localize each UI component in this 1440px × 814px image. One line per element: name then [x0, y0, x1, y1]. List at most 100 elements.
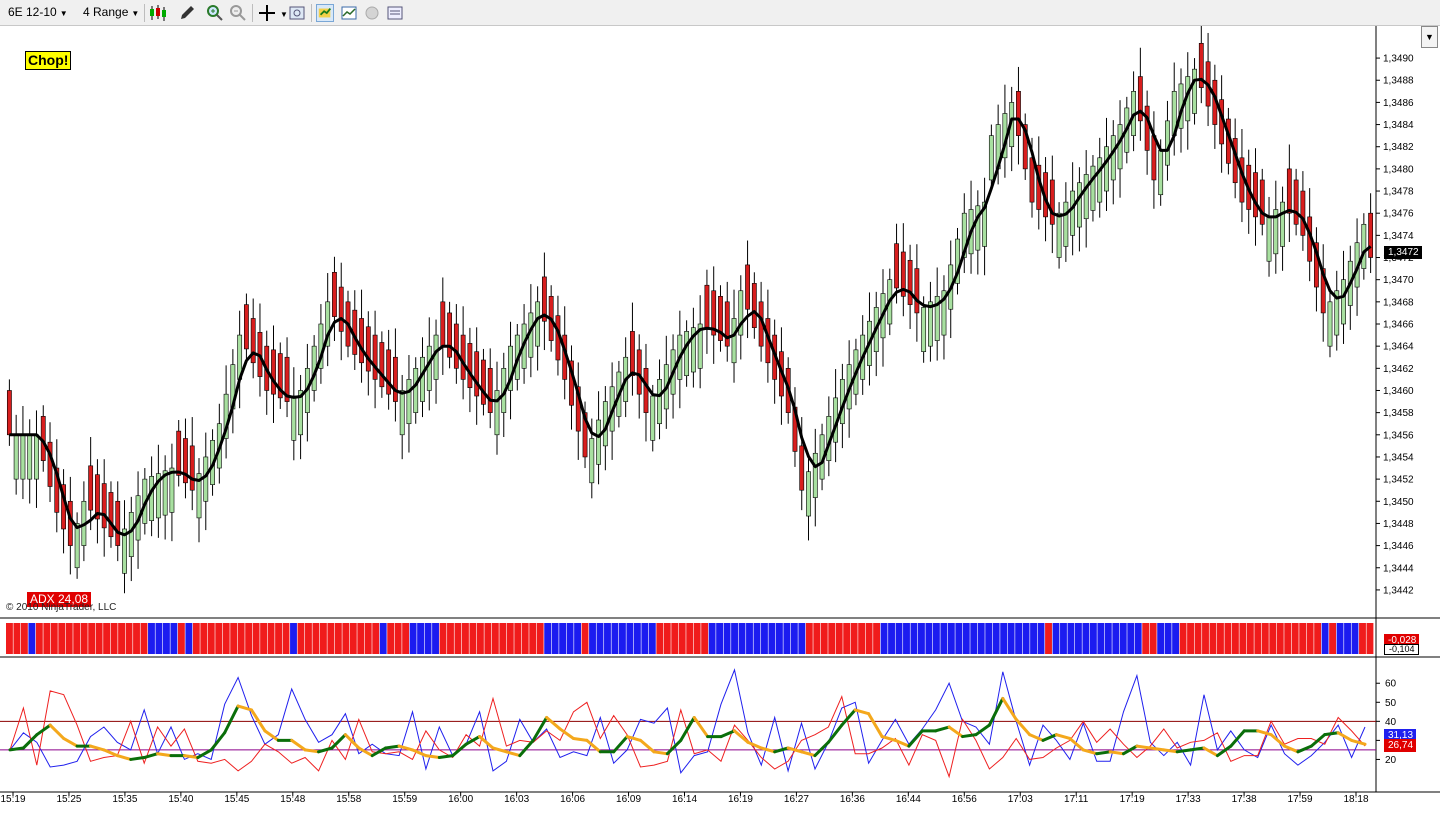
chart-area[interactable]: 1,3442 1,3444 1,3446 1,3448 1,3450 1,3452 1,34…	[0, 26, 1440, 814]
ribbon-cell	[222, 623, 230, 654]
ribbon-cell	[73, 623, 81, 654]
ribbon-cell	[1157, 623, 1165, 654]
ribbon-cell	[1336, 623, 1344, 654]
ribbon-cell	[768, 623, 776, 654]
toolbar-divider	[144, 4, 145, 22]
ribbon-cell	[148, 623, 155, 654]
price-tick-label: 1,3468	[1383, 297, 1414, 308]
ribbon-cell	[125, 623, 133, 654]
time-tick-label: 17:38	[1232, 794, 1257, 805]
ribbon-cell	[708, 623, 716, 654]
ribbon-cell	[1172, 623, 1180, 654]
candle-down	[467, 343, 473, 389]
ribbon-cell	[633, 623, 641, 654]
ribbon-cell	[1224, 623, 1232, 654]
osc-tick-label: 20	[1385, 755, 1397, 766]
time-tick-label: 15:19	[0, 794, 25, 805]
candle-up	[806, 471, 811, 517]
osc-tick-label: 40	[1385, 717, 1397, 728]
time-tick-label: 16:06	[560, 794, 585, 805]
ribbon-cell	[693, 623, 701, 654]
ribbon-cell	[932, 623, 940, 654]
indicator-icon[interactable]	[340, 4, 358, 22]
ribbon-cell	[260, 623, 268, 654]
time-tick-label: 15:58	[336, 794, 361, 805]
properties-icon[interactable]	[386, 4, 404, 22]
adx-segment	[236, 704, 253, 712]
ribbon-cell	[424, 623, 432, 654]
ribbon-cell	[992, 623, 1000, 654]
candle-up	[291, 395, 297, 441]
ribbon-cell	[103, 623, 111, 654]
pencil-icon[interactable]	[178, 4, 196, 22]
ribbon-cell	[977, 623, 985, 654]
candlestick-icon[interactable]	[149, 4, 167, 22]
circle-icon[interactable]	[363, 4, 381, 22]
adx-segment	[1256, 729, 1273, 737]
bar-type-selector[interactable]: 4 Range ▼	[83, 3, 139, 22]
time-tick-label: 15:59	[392, 794, 417, 805]
ribbon-cell	[865, 623, 873, 654]
ribbon-cell	[858, 623, 866, 654]
time-tick-label: 16:44	[896, 794, 921, 805]
time-tick-label: 16:27	[784, 794, 809, 805]
candle-down	[447, 312, 452, 358]
price-tick-label: 1,3480	[1383, 164, 1414, 175]
ribbon-cell	[783, 623, 791, 654]
adx-segment	[317, 746, 334, 754]
candle-up	[128, 512, 134, 557]
candle-down	[474, 351, 480, 397]
ribbon-cell	[1052, 623, 1060, 654]
ribbon-cell	[551, 623, 559, 654]
candle-up	[812, 452, 818, 498]
chevron-down-icon[interactable]: ▼	[277, 4, 288, 23]
price-tick-label: 1,3442	[1383, 585, 1414, 596]
ribbon-cell	[506, 623, 514, 654]
candle-up	[413, 368, 419, 413]
adx-segment	[1108, 750, 1126, 756]
ribbon-cell	[1060, 623, 1067, 654]
ribbon-cell	[835, 623, 843, 654]
ribbon-cell	[805, 623, 813, 654]
candle-down	[894, 243, 899, 289]
ribbon-cell	[80, 623, 88, 654]
ribbon-cell	[469, 623, 477, 654]
ribbon-cell	[738, 623, 746, 654]
zoom-in-icon[interactable]	[206, 4, 224, 22]
adx-segment	[62, 736, 79, 748]
data-box-icon[interactable]	[288, 4, 306, 22]
candle-down	[338, 286, 344, 332]
ribbon-cell	[140, 623, 148, 654]
ribbon-cell	[895, 623, 903, 654]
candle-down	[1253, 172, 1258, 218]
ribbon-cell	[813, 623, 821, 654]
candle-up	[1117, 124, 1123, 170]
candle-up	[169, 467, 175, 513]
candle-up	[1090, 165, 1096, 211]
chevron-down-icon: ▼	[59, 9, 68, 18]
time-tick-label: 16:03	[504, 794, 529, 805]
ribbon-cell	[447, 623, 454, 654]
strategy-icon[interactable]	[316, 4, 334, 22]
ribbon-cell	[95, 623, 103, 654]
instrument-selector[interactable]: 6E 12-10 ▼	[8, 3, 68, 22]
crosshair-icon[interactable]	[258, 4, 276, 22]
ribbon-cell	[910, 623, 918, 654]
candle-up	[1083, 174, 1089, 220]
adx-segment	[1162, 748, 1179, 754]
ribbon-cell	[880, 623, 888, 654]
adx-segment	[813, 740, 830, 758]
adx-segment	[1054, 733, 1072, 740]
zoom-out-icon[interactable]	[229, 4, 247, 22]
ribbon-cell	[775, 623, 783, 654]
ribbon-cell	[604, 623, 611, 654]
candle-up	[1158, 150, 1164, 196]
ribbon-cell	[162, 623, 170, 654]
ribbon-cell	[1097, 623, 1105, 654]
ribbon-cell	[1037, 623, 1045, 654]
time-tick-label: 16:00	[448, 794, 473, 805]
toolbar-divider	[311, 4, 312, 22]
trend-ribbon	[6, 623, 1374, 654]
ribbon-cell	[394, 623, 402, 654]
ribbon-cell	[177, 623, 185, 654]
